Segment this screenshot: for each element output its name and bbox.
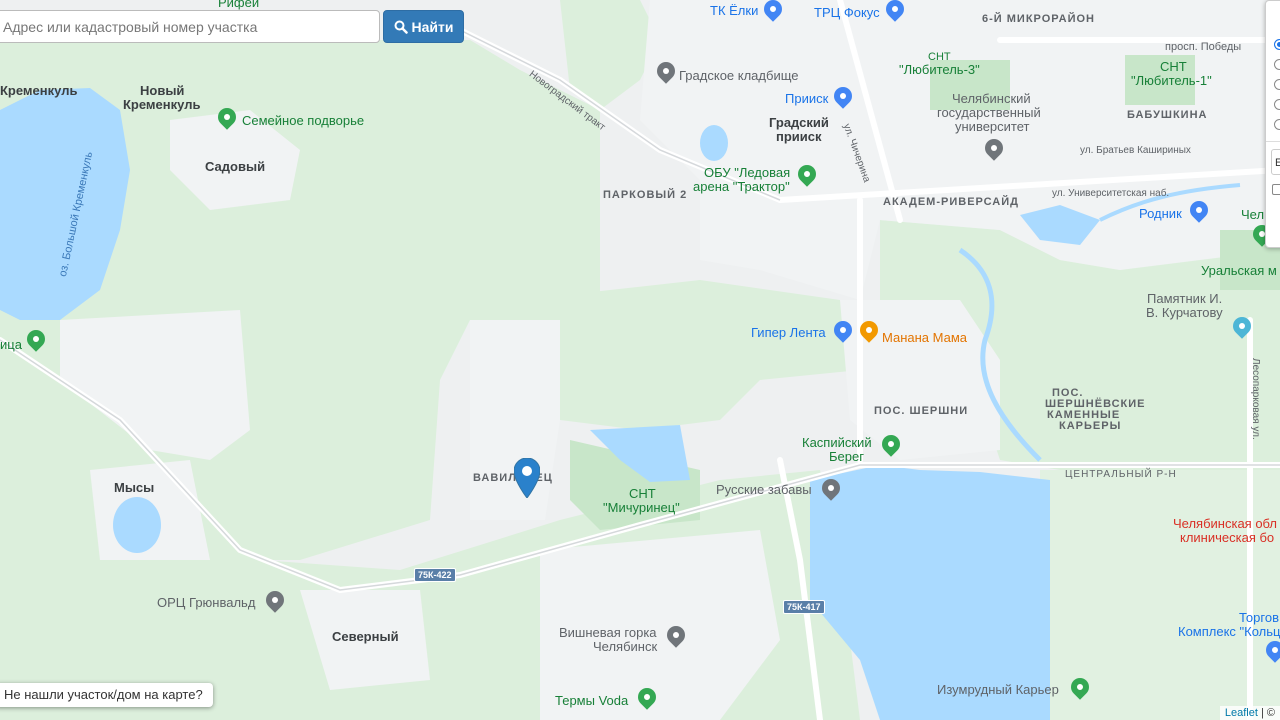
label-tk-elki[interactable]: ТК Ёлки (710, 4, 758, 18)
layer-radio[interactable] (1274, 59, 1280, 70)
label-babushkina: БАБУШКИНА (1127, 109, 1208, 121)
layer-control-panel[interactable]: E (1265, 0, 1280, 248)
location-marker-icon[interactable] (514, 458, 540, 498)
leaflet-link[interactable]: Leaflet (1225, 707, 1258, 719)
label-gradsky-1: Градский (769, 115, 829, 130)
label-csu-2[interactable]: государственный (937, 106, 1041, 120)
layer-checkbox[interactable] (1272, 184, 1280, 195)
label-lica: ица (0, 337, 22, 352)
search-button[interactable]: Найти (383, 10, 464, 43)
label-kurchatov-1[interactable]: Памятник И. (1147, 292, 1222, 306)
label-ul-univers: ул. Университетская наб. (1052, 188, 1170, 199)
label-kremenkul: Кременкуль (0, 83, 78, 98)
label-novy-kremenkul-2: Кременкуль (123, 97, 201, 112)
label-termy[interactable]: Термы Voda (555, 694, 628, 708)
label-novy-kremenkul-1: Новый (140, 83, 185, 98)
layer-radio[interactable] (1274, 119, 1280, 130)
label-gradskoe[interactable]: Градское кладбище (679, 69, 798, 83)
label-shershnevskie-4: КАРЬЕРЫ (1059, 420, 1122, 432)
label-kaspiy-1[interactable]: Каспийский (802, 436, 872, 450)
layer-radio[interactable] (1274, 79, 1280, 90)
label-manana[interactable]: Манана Мама (882, 331, 967, 345)
label-vishnevaya-2[interactable]: Челябинск (593, 640, 657, 654)
label-trc-fokus[interactable]: ТРЦ Фокус (814, 6, 880, 20)
label-snt-michurinets-1: СНТ (629, 486, 656, 501)
label-uralskaya: Уральская м (1201, 263, 1277, 278)
label-parkovy: ПАРКОВЫЙ 2 (603, 189, 688, 201)
divider (1266, 141, 1280, 142)
label-izumrudny[interactable]: Изумрудный Карьер (937, 683, 1059, 697)
label-priisk[interactable]: Прииск (785, 92, 828, 106)
road-shield: 75К-417 (783, 600, 825, 614)
label-russkie-zabavy[interactable]: Русские забавы (716, 483, 812, 497)
attribution-separator: | © (1260, 707, 1275, 719)
label-rifey: Рифей (218, 0, 260, 10)
search-icon (394, 20, 408, 34)
pond (700, 125, 728, 161)
label-snt-michurinets-2: "Мичуринец" (603, 500, 680, 515)
label-prosp-pobedy: просп. Победы (1165, 41, 1242, 53)
road-shield: 75К-422 (414, 568, 456, 582)
layer-radio[interactable] (1274, 39, 1280, 50)
label-torg-2[interactable]: Комплекс "Кольц (1178, 625, 1280, 639)
label-grunwald[interactable]: ОРЦ Грюнвальд (157, 596, 255, 610)
label-csu-3[interactable]: университет (955, 120, 1029, 134)
label-torg-1[interactable]: Торгов (1239, 611, 1279, 625)
label-arena-2[interactable]: арена "Трактор" (693, 180, 790, 194)
label-hospital-2[interactable]: клиническая бо (1180, 531, 1274, 545)
label-akadem: АКАДЕМ-РИВЕРСАЙД (883, 196, 1019, 208)
label-snt-lubitel3-2: "Любитель-3" (899, 62, 980, 77)
layer-select[interactable]: E (1271, 149, 1280, 175)
label-pos-shershni: ПОС. ШЕРШНИ (874, 405, 969, 417)
label-vishnevaya-1[interactable]: Вишневая горка (559, 626, 657, 640)
label-arena-1[interactable]: ОБУ "Ледовая (704, 166, 790, 180)
not-found-hint-button[interactable]: Не нашли участок/дом на карте? (0, 683, 213, 707)
label-severny: Северный (332, 629, 399, 644)
label-rodnik[interactable]: Родник (1139, 207, 1182, 221)
layer-radio[interactable] (1274, 99, 1280, 110)
search-button-label: Найти (411, 18, 454, 35)
label-csu-1[interactable]: Челябинский (952, 92, 1031, 106)
search-input[interactable] (0, 10, 380, 43)
lake-mysy (113, 497, 161, 553)
label-gradsky-2: прииск (776, 129, 822, 144)
label-snt-lubitel1-2: "Любитель-1" (1131, 73, 1212, 88)
label-hospital-1[interactable]: Челябинская обл (1173, 517, 1277, 531)
label-lesoparkovaya: Лесопарковая ул. (1250, 358, 1261, 440)
map-attribution: Leaflet | © (1219, 706, 1280, 720)
label-semeynoe[interactable]: Семейное подворье (242, 114, 364, 128)
label-kurchatov-2[interactable]: В. Курчатову (1146, 306, 1223, 320)
label-mysy: Мысы (114, 480, 155, 495)
label-vavilovets: ВАВИЛОВЕЦ (473, 472, 553, 484)
label-chel-edge: Чел (1241, 207, 1265, 222)
label-sadovy: Садовый (205, 159, 266, 174)
label-kaspiy-2[interactable]: Берег (829, 450, 864, 464)
label-mkr6: 6-Й МИКРОРАЙОН (982, 13, 1095, 25)
label-snt-lubitel1-1: СНТ (1160, 59, 1187, 74)
label-ul-kashirinyh: ул. Братьев Кашириных (1080, 145, 1191, 156)
label-centralny: ЦЕНТРАЛЬНЫЙ Р-Н (1065, 469, 1177, 480)
label-giper-lenta[interactable]: Гипер Лента (751, 326, 826, 340)
